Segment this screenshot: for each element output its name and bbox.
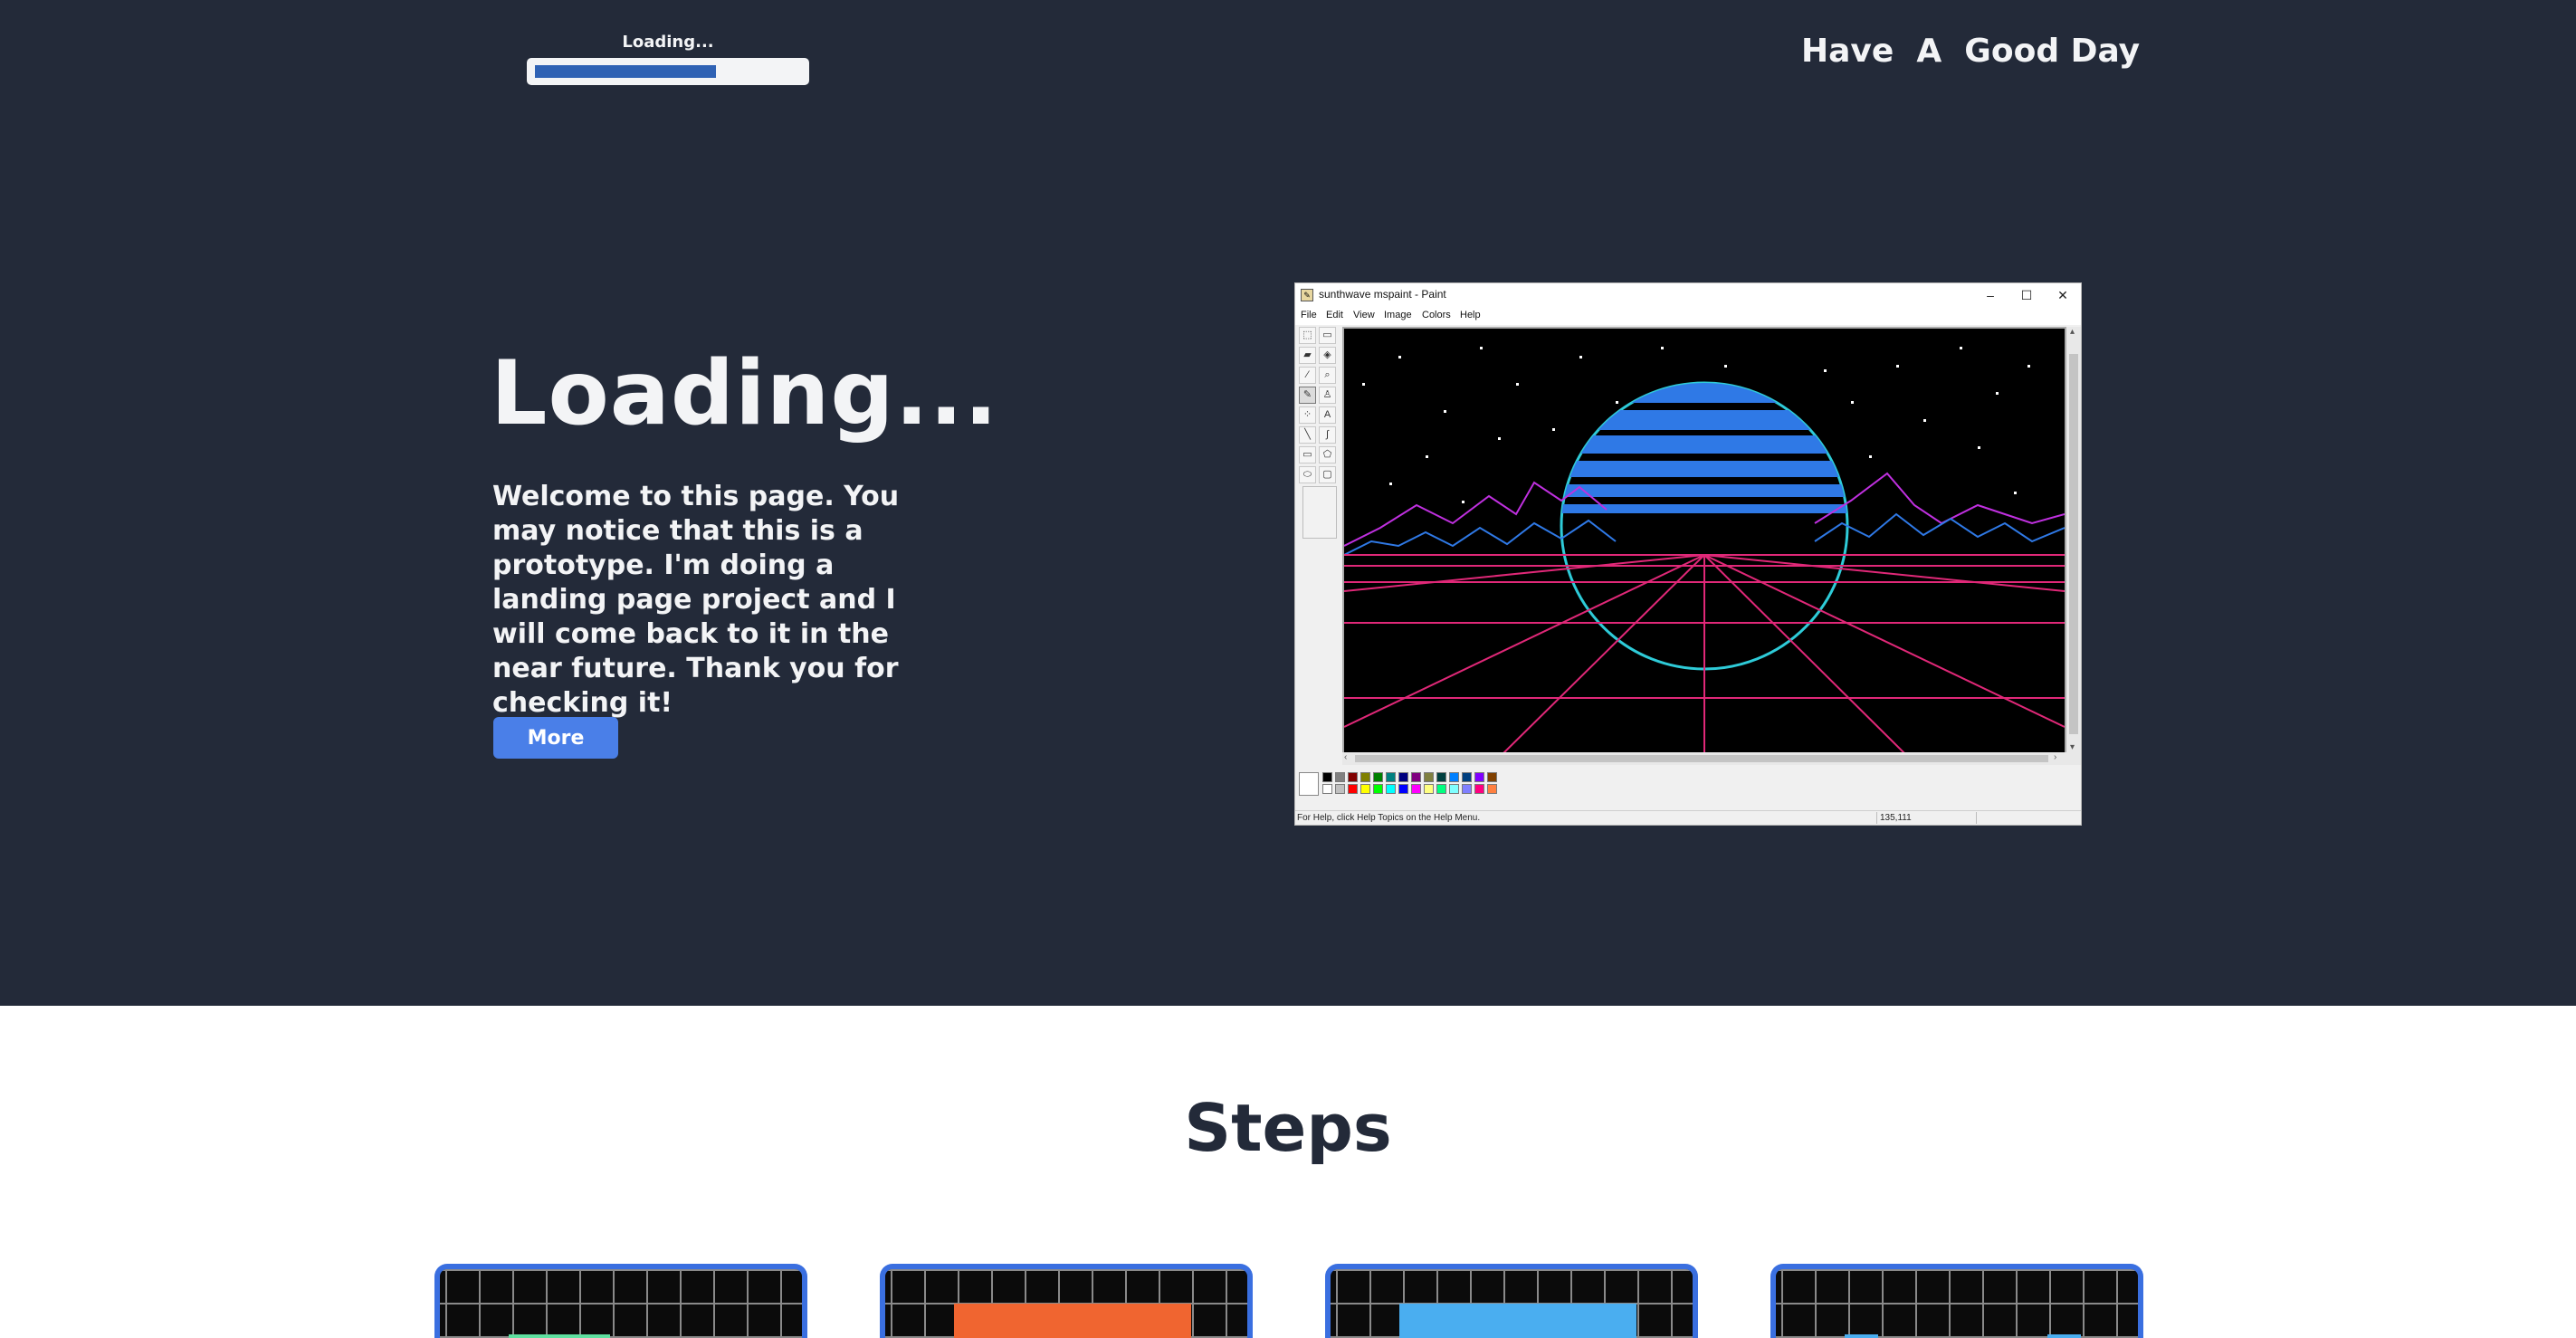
menu-view[interactable]: View	[1353, 310, 1375, 320]
palette-swatch[interactable]	[1462, 784, 1472, 794]
paint-canvas-area: ▴ ▾ ‹ ›	[1342, 327, 2081, 765]
palette-swatch[interactable]	[1386, 772, 1396, 782]
status-separator	[1976, 812, 1977, 824]
line-icon[interactable]: ╲	[1299, 426, 1316, 444]
eyedropper-icon[interactable]: ⁄	[1299, 367, 1316, 384]
palette-swatch[interactable]	[1411, 772, 1421, 782]
status-help-text: For Help, click Help Topics on the Help …	[1297, 813, 1481, 823]
palette-swatch[interactable]	[1462, 772, 1472, 782]
synthwave-drawing	[1343, 329, 2066, 755]
hero-section: Loading... Have A Good Day Loading... We…	[0, 0, 2576, 1006]
polygon-icon[interactable]: ⬠	[1319, 446, 1336, 464]
rect-select-icon[interactable]: ▭	[1319, 327, 1336, 344]
palette-swatch[interactable]	[1373, 772, 1383, 782]
hero-description: Welcome to this page. You may notice tha…	[492, 481, 900, 719]
step-card-pixel-art	[1399, 1304, 1636, 1338]
ellipse-icon[interactable]: ⬭	[1299, 466, 1316, 483]
loading-progress-fill	[535, 65, 716, 78]
current-colors-indicator[interactable]	[1299, 772, 1319, 796]
palette-swatch[interactable]	[1322, 784, 1332, 794]
airbrush-icon[interactable]: ⁘	[1299, 406, 1316, 424]
scroll-up-icon[interactable]: ▴	[2070, 327, 2075, 337]
rectangle-icon[interactable]: ▭	[1299, 446, 1316, 464]
step-card[interactable]	[880, 1264, 1253, 1338]
palette-swatch[interactable]	[1335, 772, 1345, 782]
palette-swatch[interactable]	[1411, 784, 1421, 794]
status-separator	[1876, 812, 1877, 824]
close-icon[interactable]: ✕	[2045, 285, 2081, 305]
palette-swatch[interactable]	[1424, 784, 1434, 794]
palette-swatch[interactable]	[1398, 772, 1408, 782]
more-button[interactable]: More	[493, 717, 618, 759]
paint-menu-bar: File Edit View Image Colors Help	[1295, 307, 2081, 325]
palette-swatch[interactable]	[1449, 772, 1459, 782]
maximize-icon[interactable]: ☐	[2008, 285, 2045, 305]
eraser-icon[interactable]: ▰	[1299, 347, 1316, 364]
step-card[interactable]	[1770, 1264, 2143, 1338]
palette-swatch[interactable]	[1398, 784, 1408, 794]
rounded-rect-icon[interactable]: ▢	[1319, 466, 1336, 483]
menu-file[interactable]: File	[1301, 310, 1317, 320]
status-coordinates: 135,111	[1880, 813, 1912, 823]
scroll-left-icon[interactable]: ‹	[1344, 752, 1347, 762]
palette-swatch[interactable]	[1322, 772, 1332, 782]
paint-window-screenshot: ✎ sunthwave mspaint - Paint – ☐ ✕ File E…	[1294, 282, 2082, 826]
paint-status-bar: For Help, click Help Topics on the Help …	[1295, 810, 2081, 825]
paint-app-icon: ✎	[1301, 289, 1313, 301]
palette-swatch[interactable]	[1449, 784, 1459, 794]
palette-swatch[interactable]	[1487, 772, 1497, 782]
scroll-down-icon[interactable]: ▾	[2070, 742, 2075, 752]
tool-options-box[interactable]	[1302, 486, 1337, 539]
menu-colors[interactable]: Colors	[1422, 310, 1451, 320]
step-card-pixel-art	[2047, 1334, 2081, 1338]
paint-toolbox: ⬚ ▭ ▰ ◈ ⁄ ⌕ ✎ ♙ ⁘ A ╲ ∫ ▭ ⬠ ⬭ ▢	[1297, 327, 1342, 779]
palette-swatch[interactable]	[1360, 784, 1370, 794]
step-card-pixel-art	[954, 1304, 1191, 1338]
hero-title: Loading...	[491, 342, 999, 445]
header-tagline: Have A Good Day	[1801, 33, 2141, 70]
palette-swatch[interactable]	[1348, 772, 1358, 782]
palette-swatch[interactable]	[1348, 784, 1358, 794]
steps-title: Steps	[1184, 1090, 1392, 1166]
scroll-right-icon[interactable]: ›	[2054, 752, 2056, 762]
palette-swatch[interactable]	[1474, 784, 1484, 794]
paint-title-bar: ✎ sunthwave mspaint - Paint – ☐ ✕	[1295, 283, 2081, 307]
palette-swatch[interactable]	[1424, 772, 1434, 782]
step-card[interactable]	[434, 1264, 807, 1338]
magnifier-icon[interactable]: ⌕	[1319, 367, 1336, 384]
minimize-icon[interactable]: –	[1972, 285, 2008, 305]
free-select-icon[interactable]: ⬚	[1299, 327, 1316, 344]
step-card[interactable]	[1325, 1264, 1698, 1338]
fill-icon[interactable]: ◈	[1319, 347, 1336, 364]
palette-swatch[interactable]	[1335, 784, 1345, 794]
step-card-pixel-grid	[440, 1269, 802, 1338]
step-card-pixel-art	[1845, 1334, 1878, 1338]
palette-swatch[interactable]	[1360, 772, 1370, 782]
menu-help[interactable]: Help	[1460, 310, 1481, 320]
palette-swatch[interactable]	[1474, 772, 1484, 782]
loading-label: Loading...	[622, 33, 714, 52]
curve-icon[interactable]: ∫	[1319, 426, 1336, 444]
paint-canvas[interactable]	[1343, 329, 2066, 755]
vertical-scroll-thumb[interactable]	[2069, 354, 2078, 734]
text-icon[interactable]: A	[1319, 406, 1336, 424]
palette-swatch[interactable]	[1436, 784, 1446, 794]
paint-window-title: sunthwave mspaint - Paint	[1319, 288, 1446, 301]
pencil-icon[interactable]: ✎	[1299, 387, 1316, 404]
palette-swatch[interactable]	[1373, 784, 1383, 794]
horizontal-scrollbar[interactable]: ‹ ›	[1342, 752, 2081, 765]
palette-swatch[interactable]	[1487, 784, 1497, 794]
menu-image[interactable]: Image	[1384, 310, 1412, 320]
palette-swatch[interactable]	[1436, 772, 1446, 782]
horizontal-scroll-thumb[interactable]	[1355, 755, 2048, 762]
step-card-pixel-grid	[1776, 1269, 2138, 1338]
loading-progress-bar	[527, 58, 809, 85]
menu-edit[interactable]: Edit	[1326, 310, 1343, 320]
step-card-pixel-art	[509, 1334, 610, 1338]
color-palette	[1299, 772, 1570, 799]
palette-swatch[interactable]	[1386, 784, 1396, 794]
brush-icon[interactable]: ♙	[1319, 387, 1336, 404]
vertical-scrollbar[interactable]: ▴ ▾	[2066, 327, 2081, 752]
